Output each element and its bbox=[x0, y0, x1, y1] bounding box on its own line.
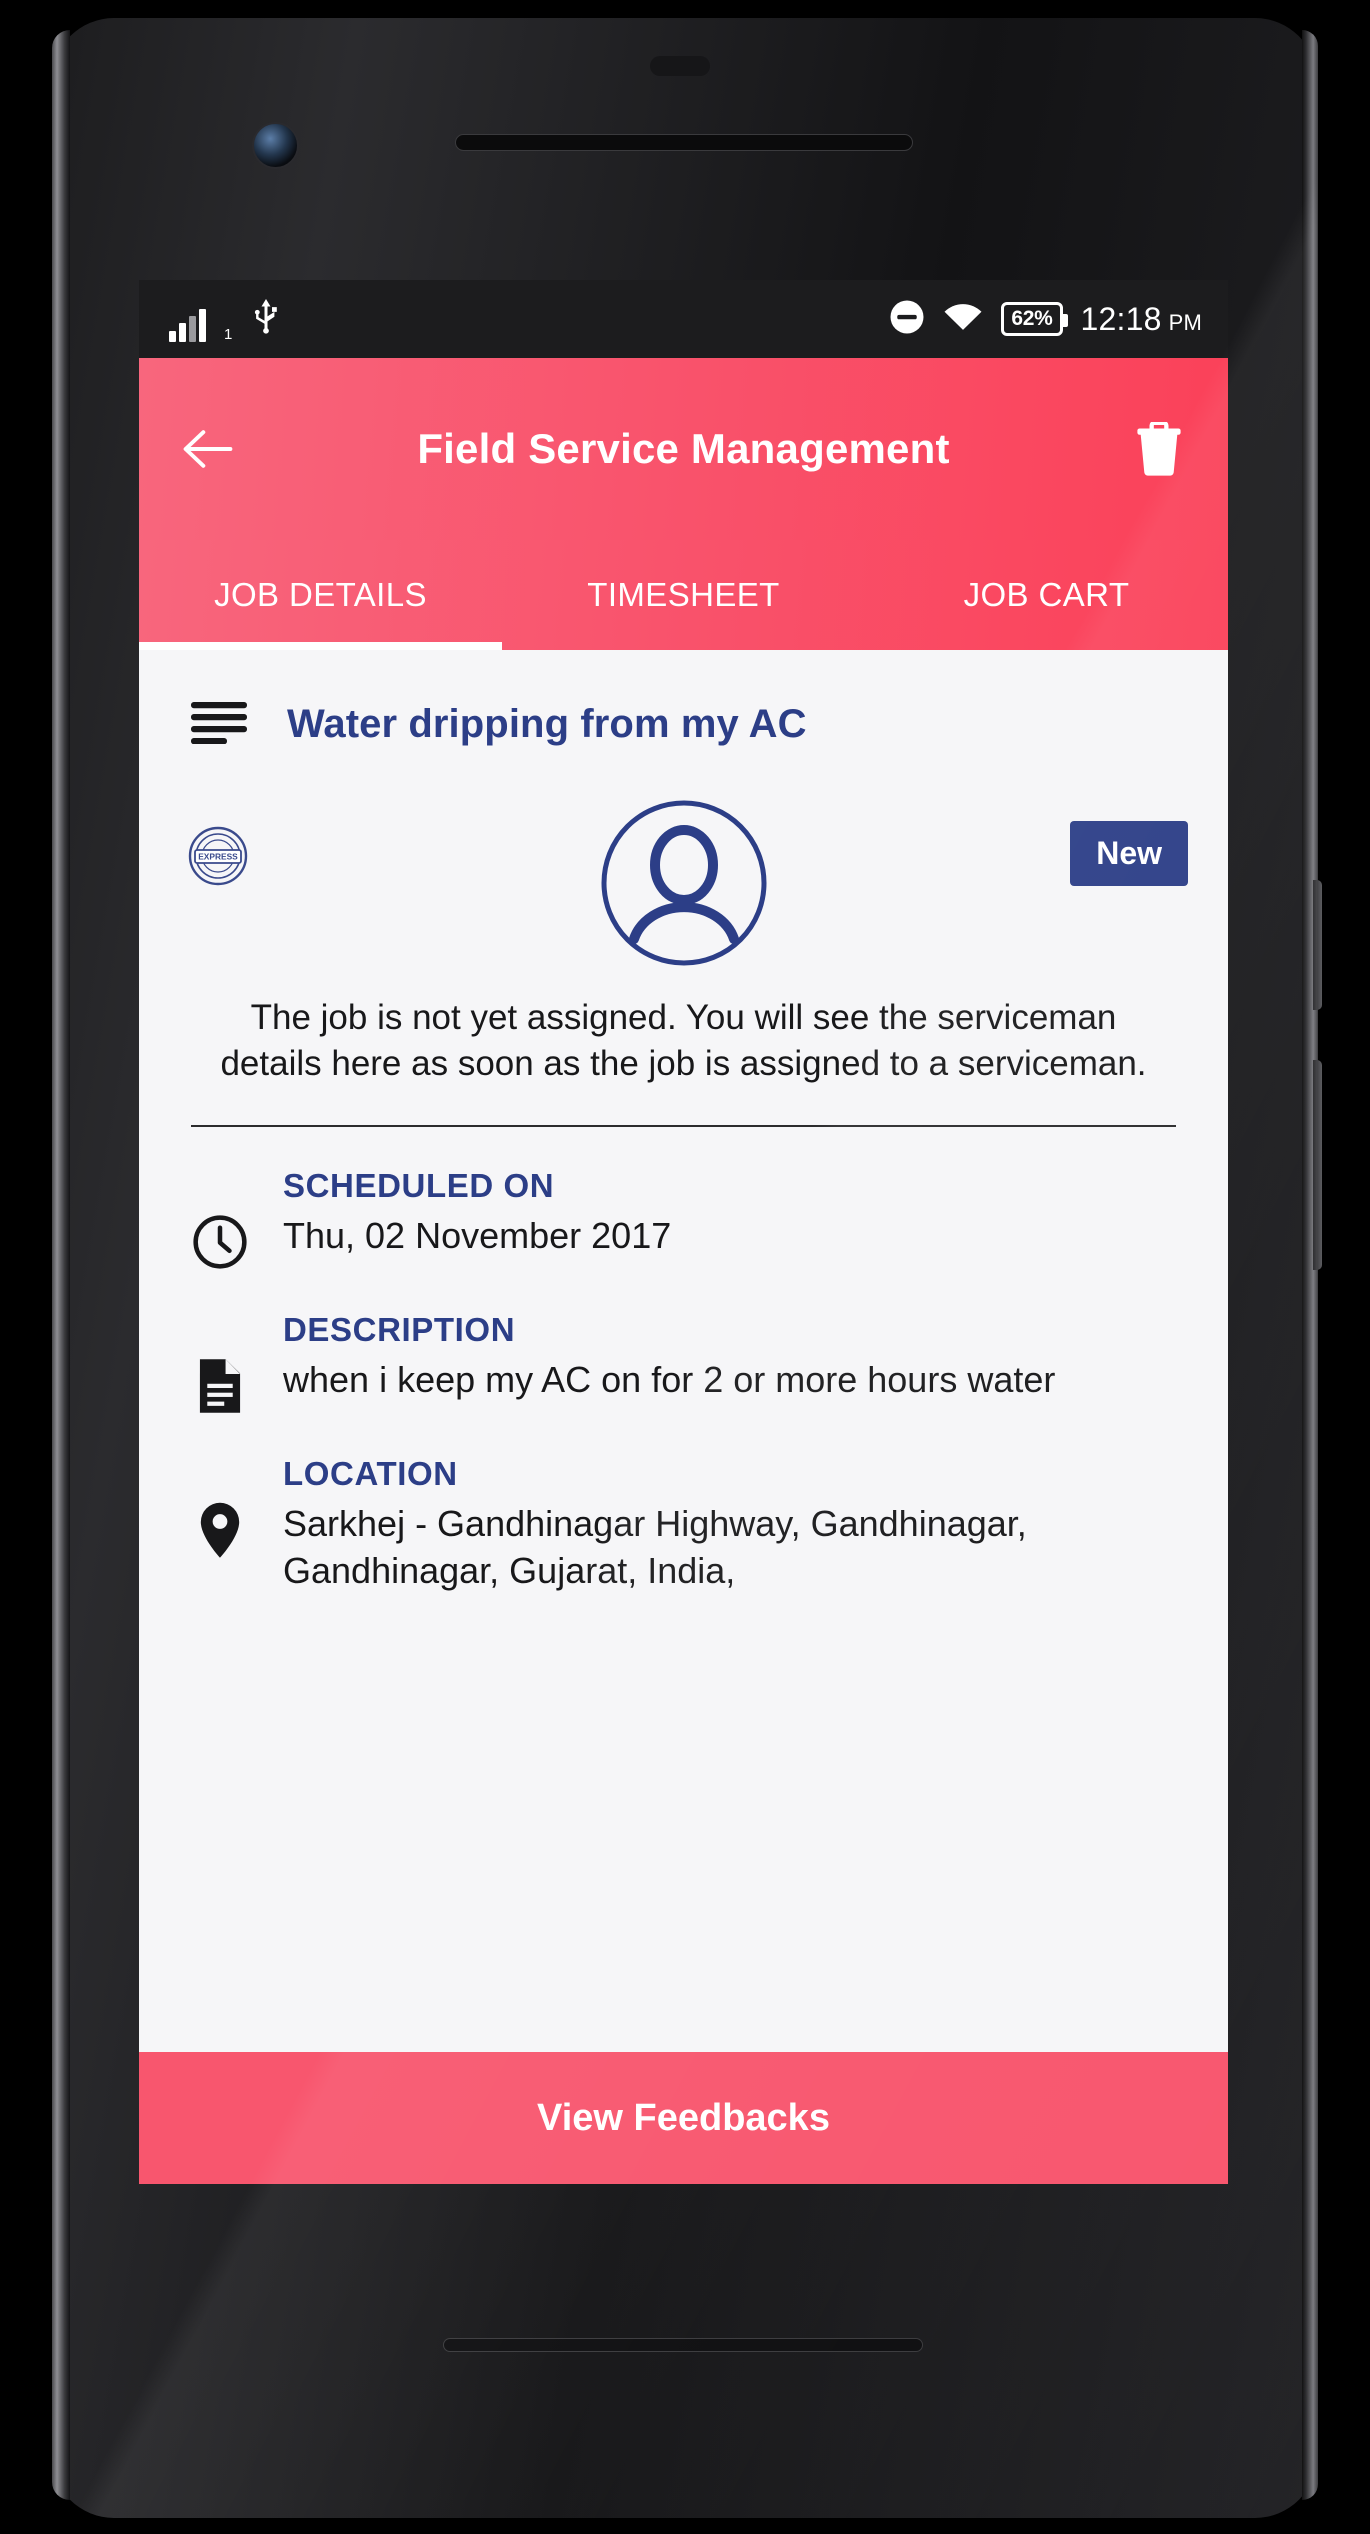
back-button[interactable] bbox=[171, 412, 245, 486]
detail-label-description: DESCRIPTION bbox=[283, 1311, 516, 1349]
battery-icon: 62% bbox=[1001, 302, 1068, 336]
detail-value-description: when i keep my AC on for 2 or more hours… bbox=[283, 1359, 1056, 1401]
detail-row-scheduled-on: SCHEDULED ON Thu, 02 November 2017 bbox=[139, 1127, 1228, 1271]
detail-label-scheduled-on: SCHEDULED ON bbox=[283, 1167, 555, 1205]
document-icon bbox=[191, 1357, 249, 1415]
detail-body: LOCATION Sarkhej - Gandhinagar Highway, … bbox=[283, 1455, 1182, 1595]
detail-value-location: Sarkhej - Gandhinagar Highway, Gandhinag… bbox=[283, 1503, 1027, 1592]
power-button[interactable] bbox=[1313, 880, 1322, 1010]
assignment-hero: EXPRESS New bbox=[139, 783, 1228, 973]
signal-bars-icon bbox=[169, 308, 206, 342]
location-pin-icon bbox=[191, 1501, 249, 1559]
do-not-disturb-icon bbox=[889, 299, 925, 340]
detail-value-scheduled-on: Thu, 02 November 2017 bbox=[283, 1215, 672, 1257]
status-bar-right: 62% 12:18 PM bbox=[889, 299, 1202, 340]
detail-row-location: LOCATION Sarkhej - Gandhinagar Highway, … bbox=[139, 1415, 1228, 1595]
tab-timesheet[interactable]: TIMESHEET bbox=[502, 540, 865, 650]
subject-lines-icon bbox=[191, 700, 247, 749]
page-title: Field Service Management bbox=[417, 425, 950, 472]
front-camera-icon bbox=[252, 122, 299, 169]
avatar bbox=[600, 799, 768, 967]
earpiece-speaker bbox=[455, 134, 913, 151]
phone-edge-left bbox=[52, 30, 70, 2500]
clock-time: 12:18 bbox=[1080, 300, 1162, 337]
detail-label-location: LOCATION bbox=[283, 1455, 458, 1493]
clock-icon bbox=[191, 1213, 249, 1271]
proximity-sensor bbox=[650, 56, 710, 76]
battery-percent: 62% bbox=[1011, 307, 1053, 330]
app-bar: Field Service Management bbox=[139, 358, 1228, 540]
volume-button[interactable] bbox=[1313, 1060, 1322, 1270]
sim-indicator: 1 bbox=[224, 325, 233, 343]
job-title: Water dripping from my AC bbox=[287, 702, 807, 746]
job-details-content: Water dripping from my AC EXPRESS New Th… bbox=[139, 650, 1228, 2184]
view-feedbacks-button[interactable]: View Feedbacks bbox=[139, 2052, 1228, 2184]
detail-body: DESCRIPTION when i keep my AC on for 2 o… bbox=[283, 1311, 1182, 1404]
tab-bar: JOB DETAILS TIMESHEET JOB CART bbox=[139, 540, 1228, 650]
assignment-note: The job is not yet assigned. You will se… bbox=[220, 998, 1147, 1084]
tab-job-cart[interactable]: JOB CART bbox=[865, 540, 1228, 650]
detail-row-description: DESCRIPTION when i keep my AC on for 2 o… bbox=[139, 1271, 1228, 1415]
phone-screen: 1 62% 12:18 PM Field Service Management … bbox=[139, 280, 1228, 2184]
svg-text:EXPRESS: EXPRESS bbox=[198, 852, 238, 862]
detail-body: SCHEDULED ON Thu, 02 November 2017 bbox=[283, 1167, 1182, 1260]
tab-job-details[interactable]: JOB DETAILS bbox=[139, 540, 502, 650]
usb-icon bbox=[248, 297, 284, 342]
clock-ampm: PM bbox=[1168, 309, 1202, 335]
job-title-row: Water dripping from my AC bbox=[139, 650, 1228, 783]
express-badge-icon: EXPRESS bbox=[187, 825, 249, 887]
status-badge: New bbox=[1070, 821, 1188, 886]
bottom-speaker-grille bbox=[443, 2338, 923, 2352]
status-bar-left: 1 bbox=[169, 297, 284, 342]
device-stage: 1 62% 12:18 PM Field Service Management … bbox=[0, 0, 1370, 2534]
status-bar-clock: 12:18 PM bbox=[1081, 301, 1202, 338]
wifi-icon bbox=[943, 301, 983, 338]
status-bar: 1 62% 12:18 PM bbox=[139, 280, 1228, 358]
delete-button[interactable] bbox=[1122, 412, 1196, 486]
